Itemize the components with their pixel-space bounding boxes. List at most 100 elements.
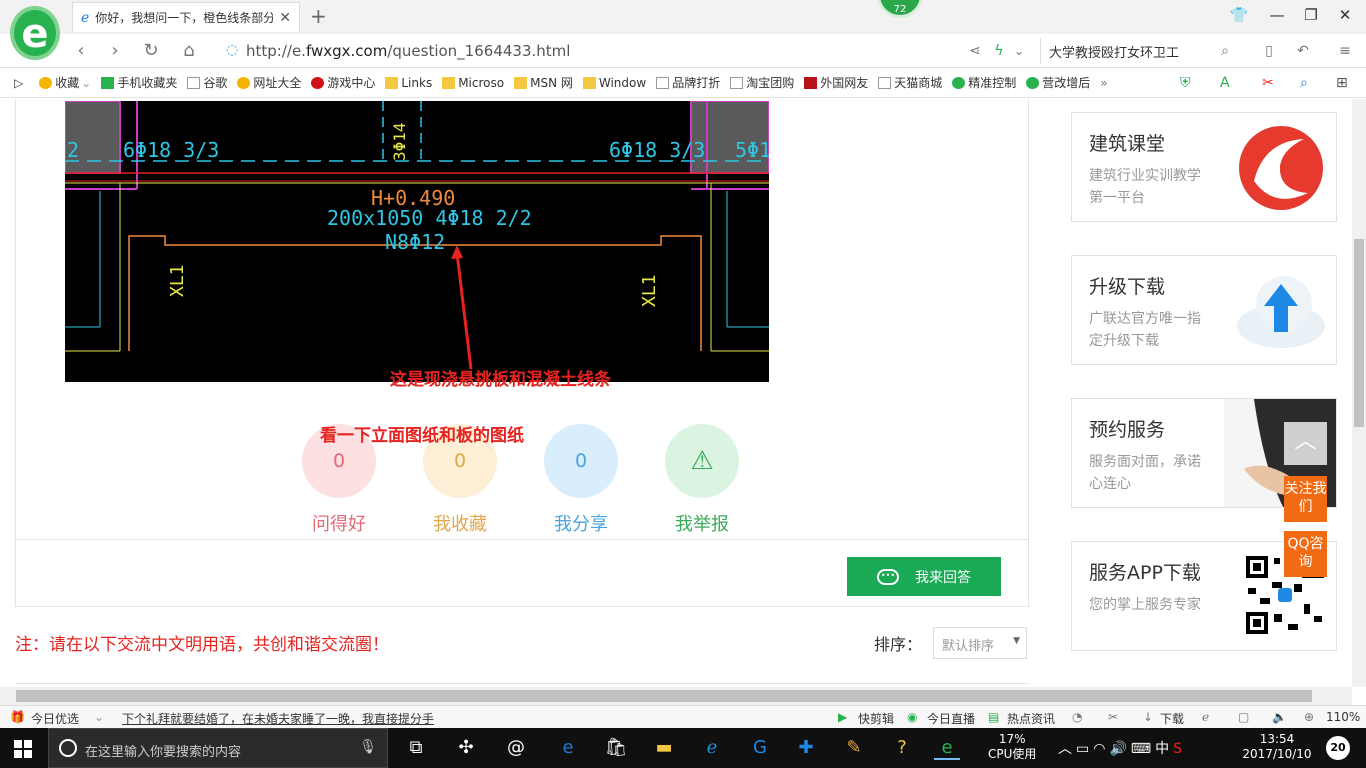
mobile-icon[interactable]: ▯	[1256, 43, 1282, 59]
report-button[interactable]: ⚠ 我举报	[665, 424, 739, 536]
search-input[interactable]: 大学教授殴打女环卫工	[1040, 38, 1240, 64]
fav-label: 收藏	[55, 76, 80, 90]
store-icon[interactable]: 🛍	[603, 736, 629, 760]
sidebar-toggle-icon[interactable]: ▷	[14, 76, 23, 90]
window-icon[interactable]: ▢	[1238, 710, 1249, 724]
search-icon[interactable]: ⌕	[1212, 43, 1238, 59]
system-clock[interactable]: 13:54 2017/10/10	[1240, 732, 1314, 762]
url-field[interactable]: http://e.fwxgx.com/question_1664433.html	[246, 42, 570, 60]
fav-item[interactable]: 品牌打折	[656, 74, 720, 91]
fav-label: 外国网友	[820, 76, 869, 90]
sidebar-card-classroom[interactable]: 建筑课堂 建筑行业实训教学第一平台	[1071, 112, 1337, 222]
apps-grid-icon[interactable]: ⊞	[1336, 75, 1348, 91]
close-window-icon[interactable]: ✕	[1330, 6, 1360, 24]
microphone-icon[interactable]: 🎙	[359, 739, 377, 755]
share-button[interactable]: 0 我分享	[544, 424, 618, 536]
taskbar-search-input[interactable]: 在这里输入你要搜索的内容 🎙	[48, 728, 388, 768]
gift-icon: 🎁	[10, 710, 25, 724]
file-explorer-icon[interactable]: ▬	[651, 736, 677, 760]
ie-mode-icon[interactable]: ℯ	[1202, 710, 1209, 724]
ie-icon[interactable]: ℯ	[699, 736, 725, 760]
fav-item[interactable]: MSN 网	[514, 74, 573, 91]
shield-icon[interactable]: ⛨	[1180, 75, 1191, 91]
shirt-icon[interactable]: 👕	[1224, 6, 1254, 24]
quick-clip-button[interactable]: 快剪辑	[858, 710, 894, 727]
share-count: 0	[574, 450, 588, 472]
help-app-icon[interactable]: ?	[889, 736, 915, 760]
task-view-icon[interactable]: ⧉	[403, 736, 429, 760]
new-tab-icon[interactable]: +	[310, 4, 327, 28]
plus-app-icon[interactable]: ✚	[793, 736, 819, 760]
translate-icon[interactable]: A	[1220, 75, 1230, 91]
fav-item[interactable]: 网址大全	[237, 74, 301, 91]
chevron-down-icon[interactable]: ⌄	[1006, 44, 1032, 58]
more-favorites-icon[interactable]: »	[1100, 76, 1107, 90]
back-icon[interactable]: ‹	[68, 40, 94, 61]
fav-item[interactable]: 天猫商城	[878, 74, 942, 91]
restore-icon[interactable]: ❐	[1296, 6, 1326, 24]
fav-item[interactable]: Links	[385, 76, 432, 90]
minimize-icon[interactable]: —	[1262, 6, 1292, 24]
forward-icon[interactable]: ›	[102, 40, 128, 61]
live-button[interactable]: 今日直播	[927, 710, 975, 727]
speed-icon[interactable]: ◔	[1072, 710, 1082, 724]
windows-start-icon[interactable]	[14, 740, 32, 758]
back-to-top-icon[interactable]: ︿	[1284, 422, 1327, 465]
score-badge[interactable]: 72	[877, 0, 923, 18]
fav-item[interactable]: 手机收藏夹	[101, 74, 177, 91]
magnifier-icon[interactable]: ⌕	[1300, 75, 1308, 91]
fav-item[interactable]: 外国网友	[804, 74, 868, 91]
follow-us-button[interactable]: 关注我们	[1284, 476, 1327, 522]
horizontal-scrollbar[interactable]	[0, 687, 1352, 705]
g-app-icon[interactable]: G	[747, 736, 773, 760]
vertical-scrollbar[interactable]	[1352, 99, 1366, 687]
zoom-level[interactable]: 110%	[1326, 710, 1360, 724]
sound-icon[interactable]: 🔈	[1272, 710, 1287, 724]
scroll-thumb[interactable]	[1354, 239, 1364, 427]
fav-item[interactable]: 游戏中心	[311, 74, 375, 91]
undo-icon[interactable]: ↶	[1290, 43, 1316, 59]
browser-tab[interactable]: ℯ 你好，我想问一下，橙色线条部分 ✕	[72, 2, 300, 32]
hot-news-button[interactable]: 热点资讯	[1007, 710, 1055, 727]
share-label: 我分享	[554, 514, 608, 535]
qq-consult-button[interactable]: QQ咨询	[1284, 531, 1327, 577]
fav-label: 精准控制	[968, 76, 1017, 90]
cpu-monitor[interactable]: 17% CPU使用	[988, 732, 1036, 762]
fav-item[interactable]: Microso	[442, 76, 504, 90]
favorites-bar: ▷ 收藏 ⌄ 手机收藏夹 谷歌 网址大全 游戏中心 Links Microso M…	[0, 68, 1366, 98]
reload-icon[interactable]: ↻	[138, 40, 164, 61]
share-icon: 0	[544, 424, 618, 498]
edge-icon[interactable]: e	[555, 736, 581, 760]
url-prefix: http://e.	[246, 42, 306, 60]
system-tray[interactable]: ︿▭◠🔊⌨中S	[1058, 738, 1186, 758]
sidebar-card-download[interactable]: 升级下载 广联达官方唯一指定升级下载	[1071, 255, 1337, 365]
answer-button[interactable]: ••• 我来回答	[847, 557, 1001, 596]
zoom-icon[interactable]: ⊕	[1304, 710, 1314, 724]
news-ticker-link[interactable]: 下个礼拜就要结婚了，在未婚夫家睡了一晚，我直接提分手	[122, 710, 434, 727]
today-picks[interactable]: 今日优选	[31, 710, 79, 727]
home-icon[interactable]: ⌂	[176, 40, 202, 61]
cad-drawing-image[interactable]: 6Φ18 3/3 6Φ18 3/3 2 5Φ18 H+0.490 200x105…	[65, 101, 769, 382]
fav-item[interactable]: 谷歌	[187, 74, 227, 91]
browser-task-icon[interactable]: e	[934, 736, 960, 760]
fav-item[interactable]: 淘宝团购	[730, 74, 794, 91]
fav-item[interactable]: 精准控制	[952, 74, 1016, 91]
spiral-app-icon[interactable]: @	[503, 736, 529, 760]
fav-item[interactable]: Window	[582, 76, 646, 90]
notification-center-icon[interactable]: 20	[1326, 736, 1350, 760]
browser-logo-icon[interactable]: e	[10, 6, 60, 60]
notes-app-icon[interactable]: ✎	[841, 736, 867, 760]
fav-item[interactable]: 收藏 ⌄	[39, 74, 91, 91]
scissors-icon[interactable]: ✂	[1262, 75, 1274, 91]
sort-select[interactable]: 默认排序 ▼	[933, 627, 1027, 659]
status-bar: 🎁 今日优选 ⌄ 下个礼拜就要结婚了，在未婚夫家睡了一晚，我直接提分手 ▶ 快剪…	[0, 705, 1366, 728]
scroll-thumb[interactable]	[16, 690, 1312, 702]
fav-item[interactable]: 营改增后	[1026, 74, 1090, 91]
tools-icon[interactable]: ✂	[1108, 710, 1118, 724]
share-icon[interactable]: ⋖	[962, 43, 988, 59]
chevron-down-icon[interactable]: ⌄	[94, 710, 104, 724]
close-tab-icon[interactable]: ✕	[279, 10, 291, 26]
download-button[interactable]: 下载	[1160, 710, 1184, 727]
fan-app-icon[interactable]: ✣	[453, 736, 479, 760]
menu-icon[interactable]: ≡	[1332, 43, 1358, 59]
